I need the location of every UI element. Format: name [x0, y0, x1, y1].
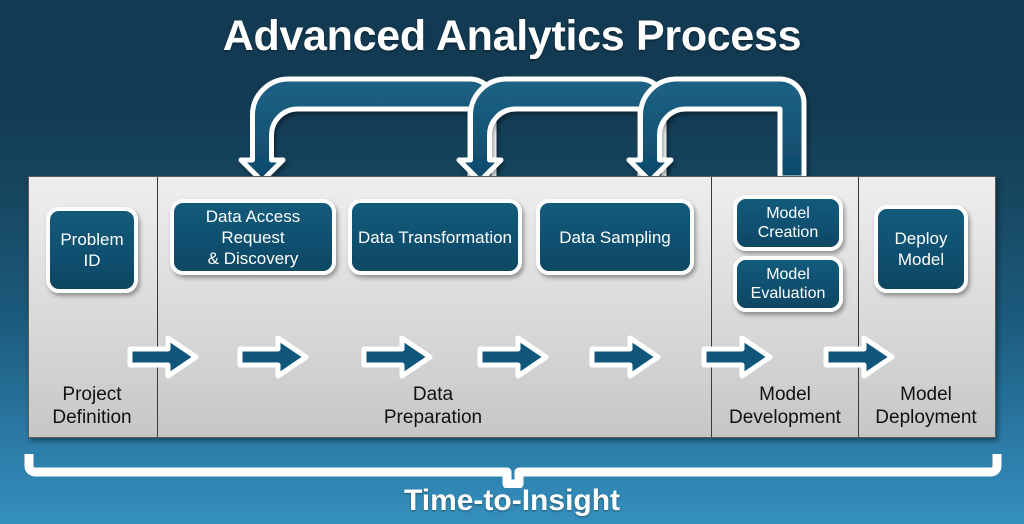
feedback-arc-1 [238, 76, 497, 184]
step-box-data-sampling[interactable]: Data Sampling [536, 199, 694, 275]
feedback-arc-3 [626, 76, 807, 184]
step-box-problem-id[interactable]: Problem ID [46, 207, 138, 293]
phase-label-line1: Model [759, 384, 811, 405]
phase-label-line2: Preparation [383, 407, 483, 428]
phase-label-line2: Definition [52, 407, 132, 428]
step-label-line2: Creation [757, 224, 819, 241]
process-arrow-icon-4 [477, 335, 549, 379]
bottom-caption: Time-to-Insight [403, 484, 621, 517]
phase-label-project-definition: Project Definition [32, 383, 152, 429]
step-label-line1: Model [766, 266, 810, 283]
step-label-line2: & Discovery [207, 248, 299, 268]
phase-label-line2: Deployment [875, 407, 977, 428]
step-label-line2: ID [83, 251, 101, 270]
process-arrow-icon-3 [361, 335, 433, 379]
diagram-canvas: Advanced Analytics Process Problem ID Da… [0, 0, 1024, 524]
step-label-line2: Model [897, 250, 945, 269]
process-arrow-icon-6 [701, 335, 773, 379]
step-label-line1: Data Sampling [559, 227, 671, 247]
process-arrow-icon-2 [237, 335, 309, 379]
process-arrow-icon-5 [589, 335, 661, 379]
step-label-line1: Model [766, 205, 810, 222]
process-arrow-icon-7 [823, 335, 895, 379]
step-label-line1: Deploy [894, 229, 948, 248]
phase-label-model-deployment: Model Deployment [858, 383, 994, 429]
phase-label-model-development: Model Development [712, 383, 858, 429]
step-box-data-access-request-discovery[interactable]: Data Access Request & Discovery [170, 199, 336, 275]
step-box-deploy-model[interactable]: Deploy Model [874, 205, 968, 293]
step-label-line1: Problem [60, 230, 124, 249]
phase-label-data-preparation: Data Preparation [363, 383, 503, 429]
phase-label-line1: Data [412, 384, 454, 405]
process-arrow-icon-1 [127, 335, 199, 379]
step-label-line1: Data Access Request [205, 206, 301, 247]
phase-label-line2: Development [729, 407, 841, 428]
phase-label-line1: Model [900, 384, 952, 405]
step-box-model-evaluation[interactable]: Model Evaluation [733, 256, 843, 312]
span-bracket-icon [24, 454, 1002, 488]
feedback-arcs-group [238, 76, 807, 184]
step-label-line1: Data Transformation [358, 227, 513, 247]
step-box-data-transformation[interactable]: Data Transformation [348, 199, 522, 275]
phase-label-line1: Project [62, 384, 122, 405]
step-box-model-creation[interactable]: Model Creation [733, 195, 843, 251]
band-divider-1 [157, 177, 158, 437]
step-label-line2: Evaluation [750, 285, 826, 302]
